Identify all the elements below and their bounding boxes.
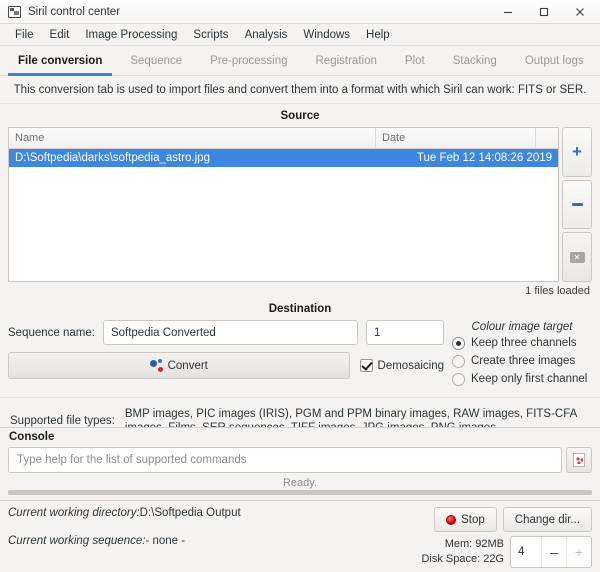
list-rows: D:\Softpedia\darks\softpedia_astro.jpg T… xyxy=(9,149,558,281)
destination-area: Sequence name: Softpedia Converted 1 Con… xyxy=(0,320,600,389)
siril-window: Siril control center File Edit Image Pro… xyxy=(0,0,600,572)
close-icon[interactable] xyxy=(562,0,598,24)
menu-item-scripts[interactable]: Scripts xyxy=(185,27,236,43)
console-section: Console Type help for the list of suppor… xyxy=(0,427,600,500)
tab-file-conversion[interactable]: File conversion xyxy=(4,46,116,76)
stop-button-label: Stop xyxy=(461,513,485,526)
stop-button[interactable]: Stop xyxy=(434,507,497,532)
status-bar: Current working directory: D:\Softpedia … xyxy=(0,500,600,572)
tab-pre-processing[interactable]: Pre-processing xyxy=(196,46,301,75)
destination-heading: Destination xyxy=(268,303,332,315)
status-resources: Mem: 92MB Disk Space: 22G 4 – + xyxy=(421,536,592,568)
window-controls xyxy=(490,0,598,24)
column-header-date[interactable]: Date xyxy=(376,128,536,148)
source-area: Name Date D:\Softpedia\darks\softpedia_a… xyxy=(0,127,600,283)
threads-value: 4 xyxy=(518,546,525,558)
menu-item-help[interactable]: Help xyxy=(358,27,398,43)
tab-bar: File conversion Sequence Pre-processing … xyxy=(0,46,600,76)
radio-icon xyxy=(452,354,465,368)
row-file-name: D:\Softpedia\darks\softpedia_astro.jpg xyxy=(15,152,210,164)
tab-output-logs[interactable]: Output logs xyxy=(511,46,598,75)
console-heading: Console xyxy=(9,431,55,443)
title-bar: Siril control center xyxy=(0,0,600,24)
working-directory-label: Current working directory: xyxy=(8,507,140,519)
working-sequence-label: Current working sequence: xyxy=(8,535,146,547)
command-input[interactable]: Type help for the list of supported comm… xyxy=(8,447,562,473)
convert-button-label: Convert xyxy=(167,359,208,372)
working-sequence-value: - none - xyxy=(145,535,186,547)
radio-keep-only-first-channel[interactable]: Keep only first channel xyxy=(452,371,592,387)
radio-icon xyxy=(452,372,465,386)
minimize-icon[interactable] xyxy=(490,0,526,24)
tab-registration[interactable]: Registration xyxy=(302,46,391,75)
checkbox-icon xyxy=(359,359,373,372)
tab-plot[interactable]: Plot xyxy=(391,46,439,75)
console-row: Type help for the list of supported comm… xyxy=(8,447,592,473)
script-button[interactable] xyxy=(566,447,592,473)
threads-decrement-button[interactable]: – xyxy=(541,537,566,567)
column-header-pad xyxy=(536,128,558,148)
script-icon xyxy=(573,453,585,467)
sequence-name-row: Sequence name: Softpedia Converted 1 xyxy=(8,320,444,345)
row-file-date: Tue Feb 12 14:08:26 2019 xyxy=(416,152,552,164)
demosaicing-label: Demosaicing xyxy=(377,359,444,372)
colour-image-target-group: Colour image target Keep three channels … xyxy=(452,320,592,389)
maximize-icon[interactable] xyxy=(526,0,562,24)
menu-item-file[interactable]: File xyxy=(7,27,42,43)
radio-create-three-images[interactable]: Create three images xyxy=(452,353,592,369)
memory-label: Mem: 92MB xyxy=(444,538,504,550)
start-index-input[interactable]: 1 xyxy=(366,320,444,345)
tab-sequence[interactable]: Sequence xyxy=(116,46,196,75)
status-buttons: Stop Change dir... xyxy=(434,507,592,532)
supported-label: Supported file types: xyxy=(10,415,115,427)
list-side-buttons: + ✕ xyxy=(562,127,592,283)
source-heading: Source xyxy=(280,110,320,122)
progress-status-label: Ready. xyxy=(282,477,318,489)
sequence-name-input[interactable]: Softpedia Converted xyxy=(102,320,358,345)
destination-left: Sequence name: Softpedia Converted 1 Con… xyxy=(8,320,444,379)
menu-item-windows[interactable]: Windows xyxy=(295,27,358,43)
menu-item-image-processing[interactable]: Image Processing xyxy=(77,27,185,43)
add-files-button[interactable]: + xyxy=(562,127,592,177)
column-header-name[interactable]: Name xyxy=(9,128,376,148)
threads-stepper[interactable]: 4 – + xyxy=(510,536,592,568)
convert-button[interactable]: Convert xyxy=(8,352,350,379)
source-file-list[interactable]: Name Date D:\Softpedia\darks\softpedia_a… xyxy=(8,127,559,282)
radio-icon xyxy=(452,336,465,350)
convert-row: Convert Demosaicing xyxy=(8,352,444,379)
demosaicing-checkbox[interactable]: Demosaicing xyxy=(359,359,444,372)
disk-space-label: Disk Space: 22G xyxy=(421,553,504,565)
clear-icon: ✕ xyxy=(569,251,585,263)
radio-label: Create three images xyxy=(471,355,576,367)
change-dir-button[interactable]: Change dir... xyxy=(502,507,592,532)
menu-bar: File Edit Image Processing Scripts Analy… xyxy=(0,24,600,46)
menu-item-analysis[interactable]: Analysis xyxy=(237,27,296,43)
radio-keep-three-channels[interactable]: Keep three channels xyxy=(452,335,592,351)
list-header: Name Date xyxy=(9,128,558,149)
radio-label: Keep three channels xyxy=(471,337,577,349)
clear-list-button[interactable]: ✕ xyxy=(562,232,592,283)
threads-increment-button[interactable]: + xyxy=(566,537,591,567)
window-title: Siril control center xyxy=(28,5,121,18)
menu-item-edit[interactable]: Edit xyxy=(42,27,78,43)
colour-target-title: Colour image target xyxy=(471,321,573,333)
table-row[interactable]: D:\Softpedia\darks\softpedia_astro.jpg T… xyxy=(9,149,558,167)
tab-stacking[interactable]: Stacking xyxy=(439,46,511,75)
working-directory-value: D:\Softpedia Output xyxy=(139,507,241,519)
remove-files-button[interactable] xyxy=(562,179,592,230)
app-icon xyxy=(8,5,21,18)
progress-bar xyxy=(8,490,592,495)
conversion-description: This conversion tab is used to import fi… xyxy=(0,76,600,104)
convert-icon xyxy=(149,359,163,372)
resource-info: Mem: 92MB Disk Space: 22G xyxy=(421,536,504,568)
file-conversion-panel: This conversion tab is used to import fi… xyxy=(0,76,600,434)
change-dir-label: Change dir... xyxy=(514,513,580,526)
sequence-name-label: Sequence name: xyxy=(8,326,95,339)
minus-icon xyxy=(571,203,583,206)
stop-icon xyxy=(446,514,457,525)
files-loaded-label: 1 files loaded xyxy=(525,285,590,297)
plus-icon: + xyxy=(572,142,582,162)
radio-label: Keep only first channel xyxy=(471,373,588,385)
